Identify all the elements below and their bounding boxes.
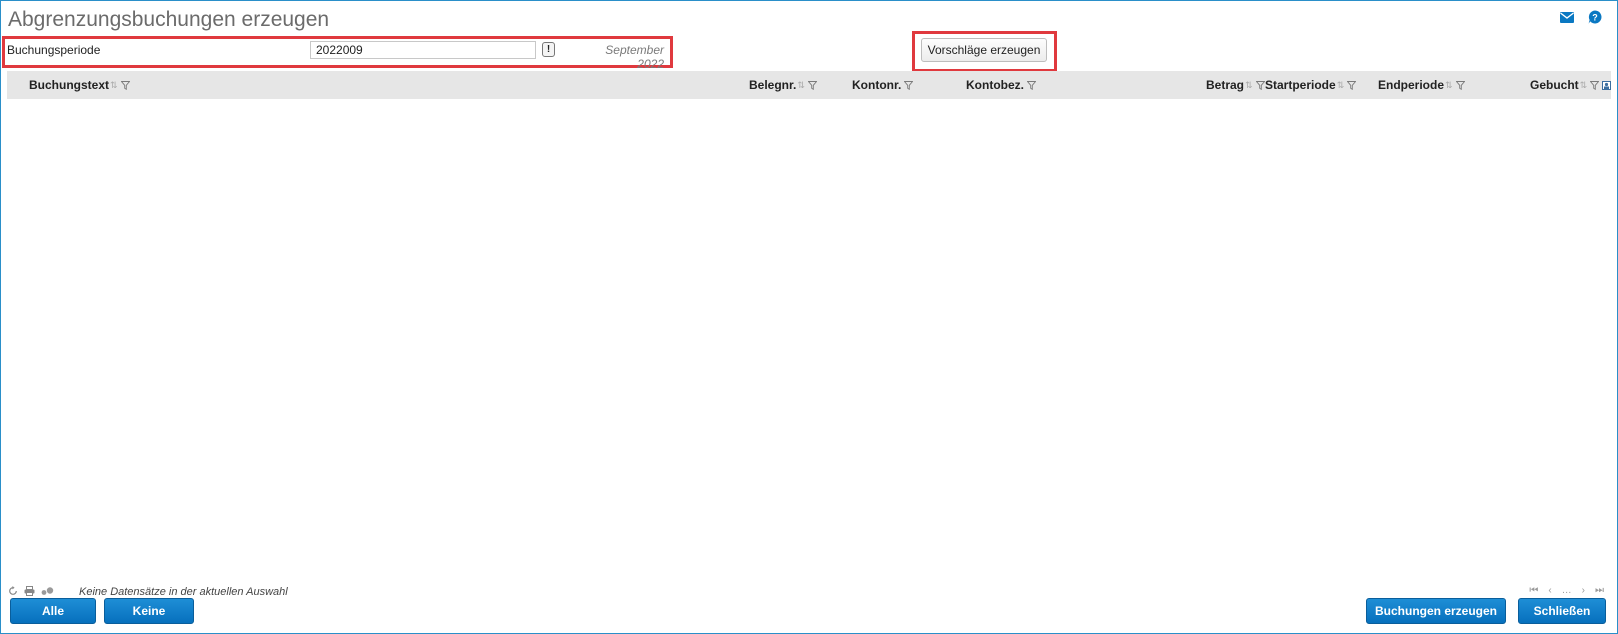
- select-all-button[interactable]: Alle: [10, 598, 96, 624]
- generate-suggestions-button[interactable]: Vorschläge erzeugen: [921, 38, 1047, 62]
- filter-icon[interactable]: [1027, 80, 1036, 90]
- help-icon[interactable]: ?: [1588, 10, 1602, 24]
- sort-icon[interactable]: ⇅: [1445, 80, 1453, 91]
- column-label: Startperiode: [1265, 78, 1336, 92]
- filter-icon[interactable]: [1590, 80, 1600, 90]
- previous-page-icon[interactable]: ‹: [1548, 585, 1551, 596]
- column-header-buchungstext[interactable]: Buchungstext ⇅: [29, 71, 130, 99]
- column-label: Buchungstext: [29, 78, 110, 92]
- column-header-endperiode[interactable]: Endperiode ⇅: [1378, 71, 1465, 99]
- period-input[interactable]: [310, 41, 536, 59]
- period-label: Buchungsperiode: [7, 43, 101, 57]
- close-button[interactable]: Schließen: [1518, 598, 1606, 624]
- grid-header: Buchungstext ⇅ Belegnr. ⇅ Kontonr. Konto…: [7, 71, 1612, 99]
- column-label: Kontonr.: [852, 78, 902, 92]
- sort-icon[interactable]: ⇅: [797, 80, 805, 91]
- column-label: Belegnr.: [749, 78, 797, 92]
- filter-icon[interactable]: [1255, 80, 1265, 90]
- page-ellipsis: …: [1561, 585, 1572, 596]
- sort-icon[interactable]: ⇅: [1245, 80, 1253, 91]
- column-label: Endperiode: [1378, 78, 1445, 92]
- header-icons: ?: [1560, 10, 1602, 24]
- print-icon[interactable]: [24, 585, 35, 599]
- first-page-icon[interactable]: ⏮: [1529, 585, 1538, 596]
- last-page-icon[interactable]: ⏭: [1595, 585, 1604, 596]
- filter-icon[interactable]: [1347, 80, 1357, 90]
- column-header-startperiode[interactable]: Startperiode ⇅: [1265, 71, 1357, 99]
- refresh-icon[interactable]: [8, 585, 18, 599]
- sort-icon[interactable]: ⇅: [110, 80, 118, 91]
- period-month-text: September 2022: [605, 43, 664, 71]
- filter-icon[interactable]: [807, 80, 817, 90]
- sort-icon[interactable]: ⇅: [1337, 80, 1345, 91]
- page-title: Abgrenzungsbuchungen erzeugen: [8, 8, 330, 31]
- filter-icon[interactable]: [1455, 80, 1465, 90]
- column-header-kontonr[interactable]: Kontonr.: [852, 71, 914, 99]
- svg-text:?: ?: [1592, 13, 1598, 23]
- status-bar: Keine Datensätze in der aktuellen Auswah…: [8, 585, 288, 599]
- create-postings-button[interactable]: Buchungen erzeugen: [1366, 598, 1506, 624]
- mail-icon[interactable]: [1560, 11, 1574, 23]
- column-label: Kontobez.: [966, 78, 1024, 92]
- column-header-gebucht[interactable]: Gebucht ⇅: [1530, 71, 1612, 99]
- column-header-belegnr[interactable]: Belegnr. ⇅: [749, 71, 817, 99]
- column-header-betrag[interactable]: Betrag ⇅: [1206, 71, 1265, 99]
- column-label: Betrag: [1206, 78, 1245, 92]
- status-text: Keine Datensätze in der aktuellen Auswah…: [79, 586, 288, 598]
- column-chooser-icon[interactable]: [1602, 80, 1612, 90]
- column-header-kontobez[interactable]: Kontobez.: [966, 71, 1036, 99]
- filter-icon[interactable]: [904, 80, 914, 90]
- column-label: Gebucht: [1530, 78, 1579, 92]
- select-none-button[interactable]: Keine: [104, 598, 194, 624]
- period-action-button[interactable]: !: [542, 42, 555, 57]
- next-page-icon[interactable]: ›: [1582, 585, 1585, 596]
- export-icon[interactable]: [41, 585, 55, 599]
- pager: ⏮ ‹ … › ⏭: [1529, 585, 1604, 596]
- sort-icon[interactable]: ⇅: [1580, 80, 1588, 91]
- filter-icon[interactable]: [120, 80, 130, 90]
